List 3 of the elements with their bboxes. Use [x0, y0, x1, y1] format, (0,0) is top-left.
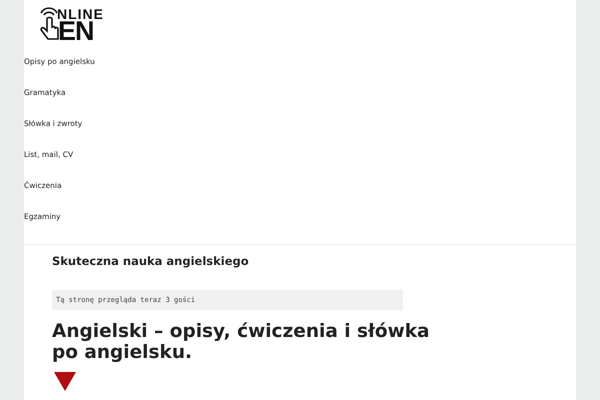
down-triangle-icon	[54, 372, 76, 391]
page-heading: Angielski – opisy, ćwiczenia i słówka po angielsku.	[52, 321, 431, 363]
site-tagline: Skuteczna nauka angielskiego	[52, 254, 249, 268]
